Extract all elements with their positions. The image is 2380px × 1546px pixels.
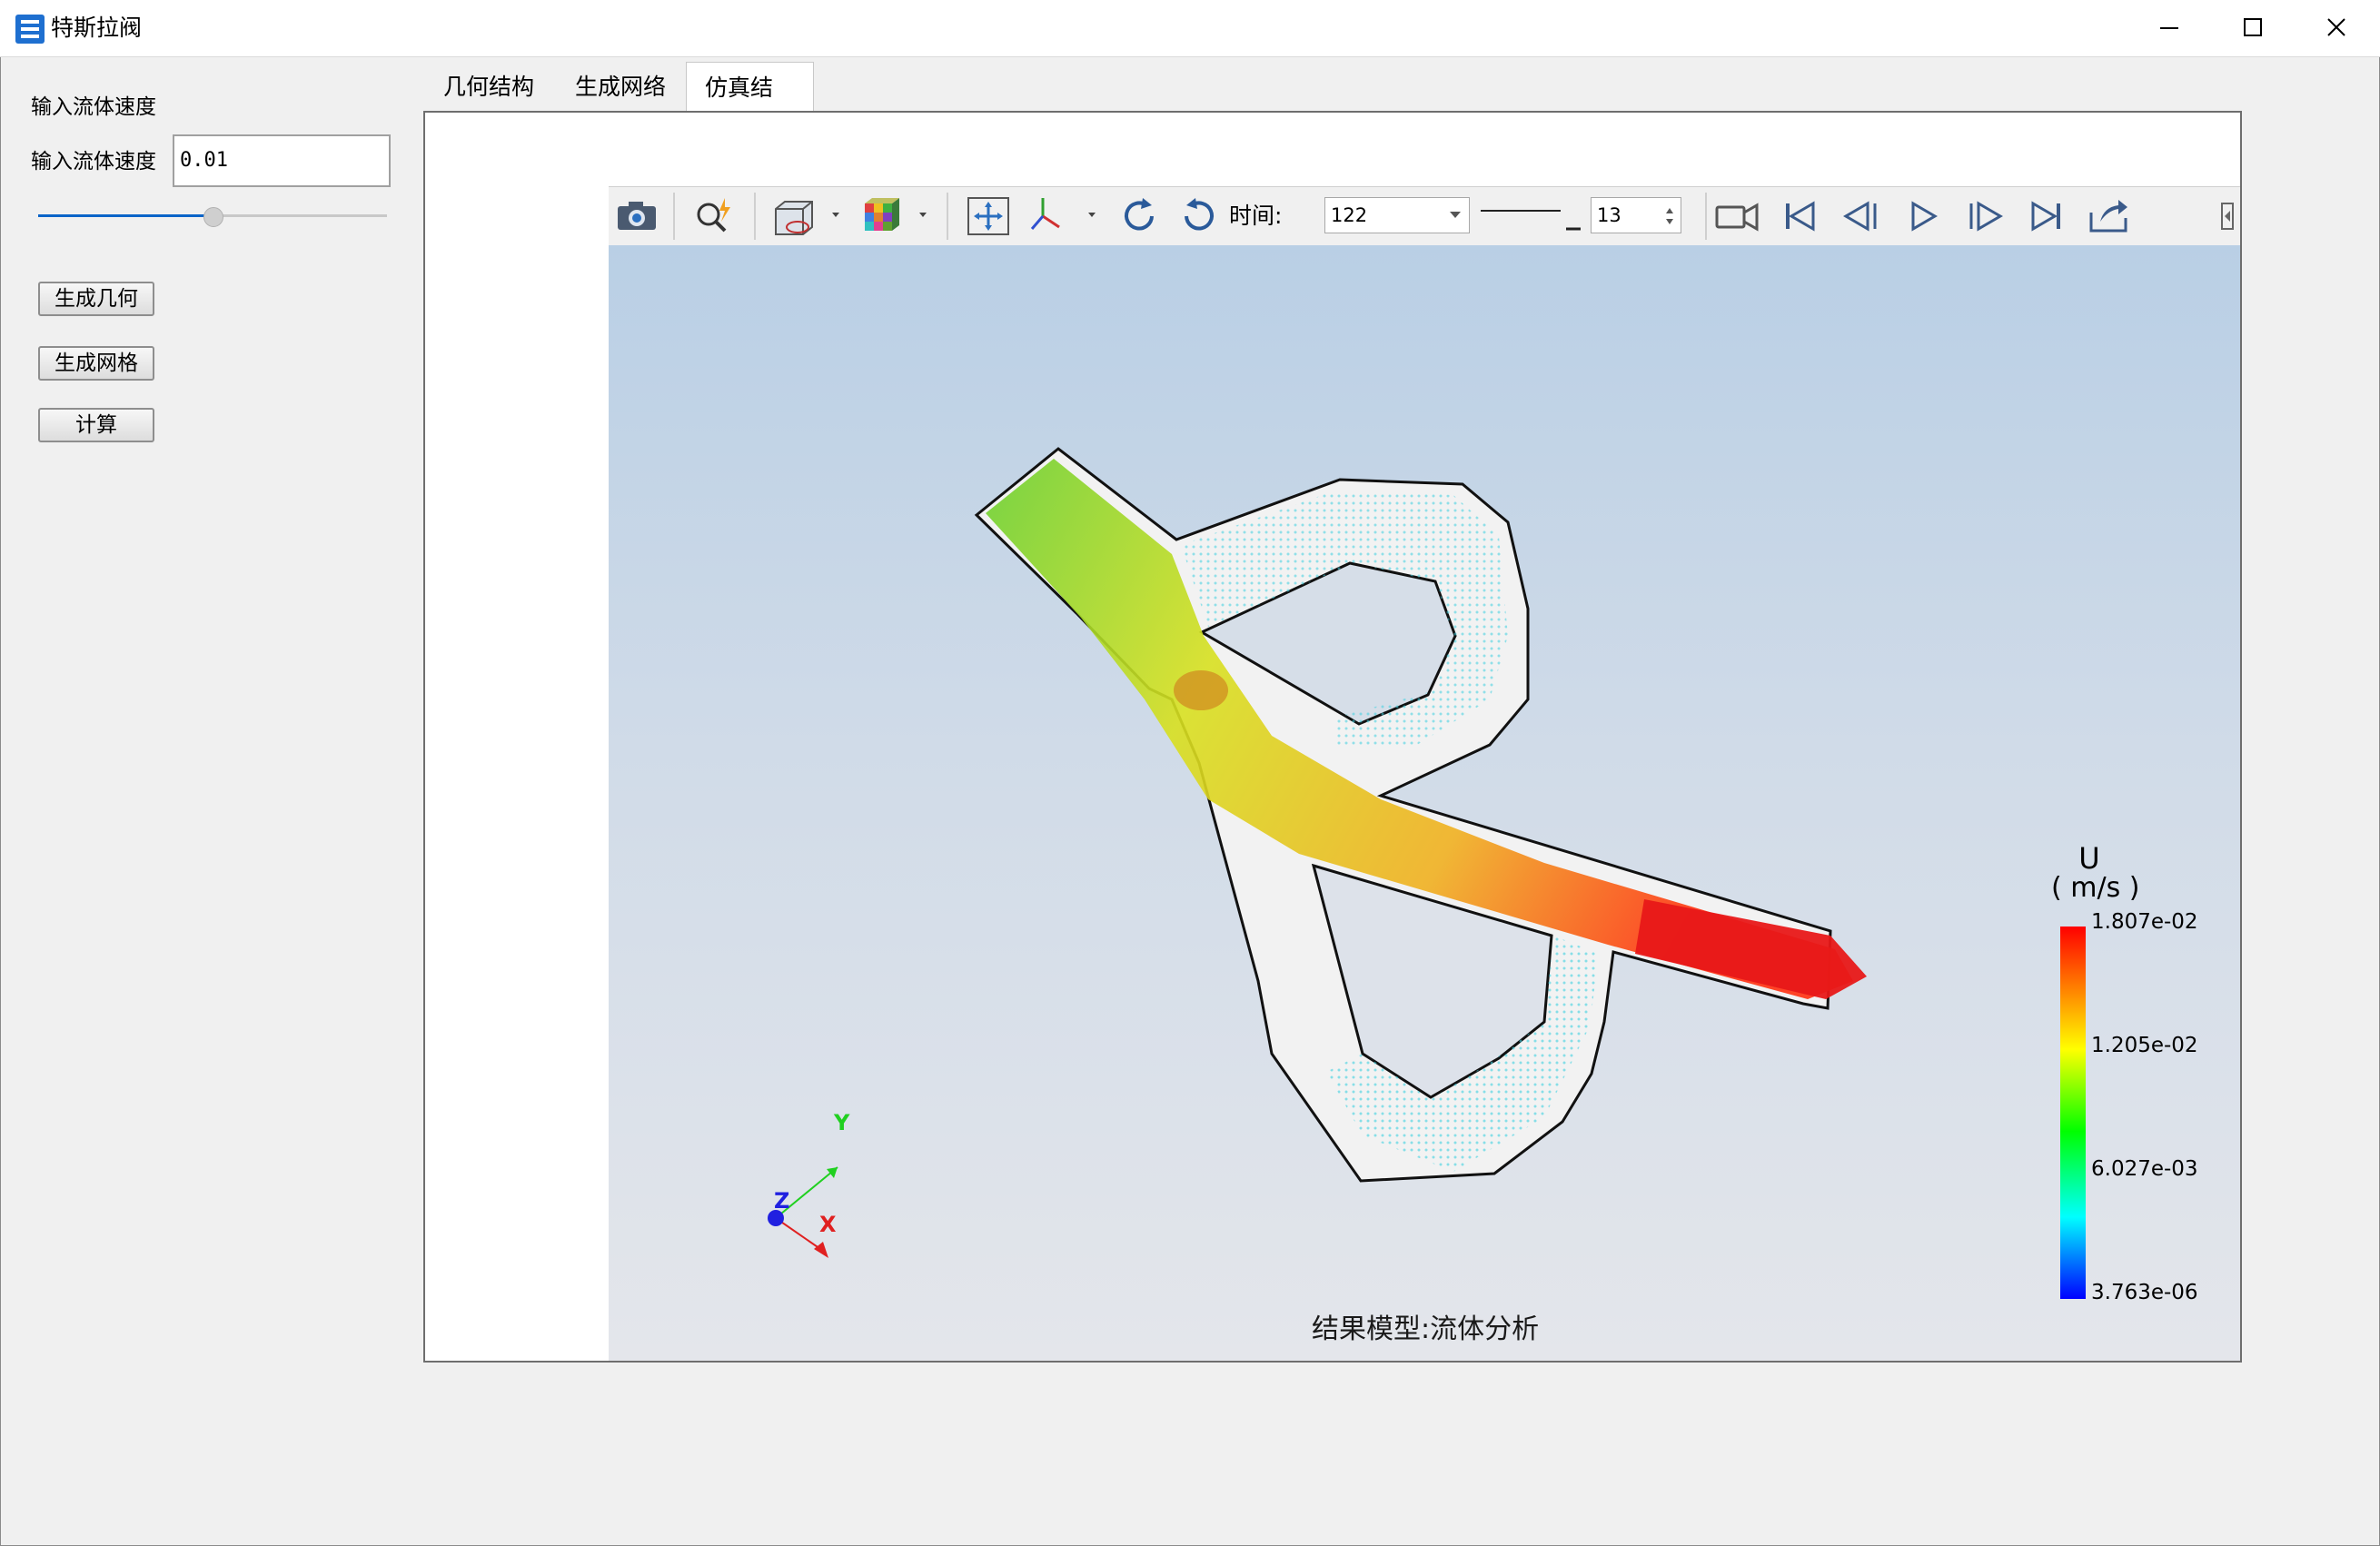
fit-view-icon[interactable] <box>963 191 1014 242</box>
time-select[interactable]: 122 <box>1324 197 1470 233</box>
close-icon <box>2327 18 2345 36</box>
generate-mesh-button[interactable]: 生成网格 <box>38 346 154 381</box>
legend-tick-max: 1.807e-02 <box>2091 910 2198 934</box>
speed-input[interactable]: 0.01 <box>173 134 391 187</box>
section-title: 输入流体速度 <box>31 95 156 119</box>
prev-frame-icon[interactable] <box>1837 191 1888 242</box>
axis-label-z: Z <box>774 1188 790 1214</box>
legend-title: U <box>2078 841 2100 876</box>
next-frame-icon[interactable] <box>1960 191 2011 242</box>
toolbar-separator <box>673 193 675 240</box>
toolbar-separator <box>754 193 756 240</box>
viewer-caption: 结果模型:流体分析 <box>1312 1313 1540 1345</box>
legend-colorbar <box>2060 927 2086 1299</box>
time-label: 时间: <box>1229 203 1283 229</box>
export-icon[interactable] <box>2084 191 2135 242</box>
throat-hotspot <box>1174 670 1228 710</box>
axes-triad <box>768 1166 838 1258</box>
step-spinbox[interactable]: 13 <box>1591 197 1681 233</box>
legend-tick-min: 3.763e-06 <box>2091 1281 2198 1304</box>
minimize-icon <box>2160 27 2178 29</box>
speed-slider-thumb[interactable] <box>203 207 223 227</box>
last-frame-icon[interactable] <box>2022 191 2073 242</box>
app-icon <box>15 15 45 44</box>
minimize-button[interactable] <box>2127 0 2211 55</box>
toolbar-expand-icon[interactable] <box>2218 200 2236 233</box>
camera-icon[interactable] <box>613 191 660 242</box>
reset-view-icon[interactable] <box>1174 191 1225 242</box>
title-bar <box>0 0 2380 57</box>
view-box-icon[interactable] <box>770 191 847 242</box>
step-spinbox-value: 13 <box>1597 204 1621 226</box>
record-icon[interactable] <box>1711 191 1762 242</box>
first-frame-icon[interactable] <box>1775 191 1826 242</box>
tab-results[interactable]: 仿真结果 <box>686 62 814 151</box>
close-button[interactable] <box>2295 0 2378 55</box>
legend-tick-high: 1.205e-02 <box>2091 1034 2198 1057</box>
speed-label: 输入流体速度 <box>31 150 156 173</box>
compute-button[interactable]: 计算 <box>38 408 154 442</box>
tab-mesh[interactable]: 生成网络 <box>553 62 688 112</box>
generate-geometry-button[interactable]: 生成几何 <box>38 282 154 316</box>
speed-slider-fill <box>38 214 213 217</box>
axes-icon[interactable] <box>1026 191 1103 242</box>
maximize-button[interactable] <box>2211 0 2295 55</box>
play-icon[interactable] <box>1899 191 1949 242</box>
axis-label-y: Y <box>834 1110 850 1135</box>
legend-tick-low: 6.027e-03 <box>2091 1157 2198 1181</box>
rotate-icon[interactable] <box>1114 191 1165 242</box>
toolbar-separator <box>947 193 948 240</box>
zoom-icon[interactable] <box>689 191 739 242</box>
chevron-down-icon <box>1450 212 1461 218</box>
toolbar-separator <box>1705 193 1707 240</box>
color-cube-icon[interactable] <box>858 191 934 242</box>
window-title: 特斯拉阀 <box>51 15 143 41</box>
time-track-icon[interactable] <box>1479 202 1584 234</box>
legend-unit: ( m/s ) <box>2051 872 2140 904</box>
maximize-icon <box>2244 18 2262 36</box>
axis-label-x: X <box>819 1212 837 1237</box>
spin-arrows-icon[interactable] <box>1664 205 1675 227</box>
time-select-value: 122 <box>1331 204 1368 226</box>
tab-geometry[interactable]: 几何结构 <box>421 62 556 112</box>
